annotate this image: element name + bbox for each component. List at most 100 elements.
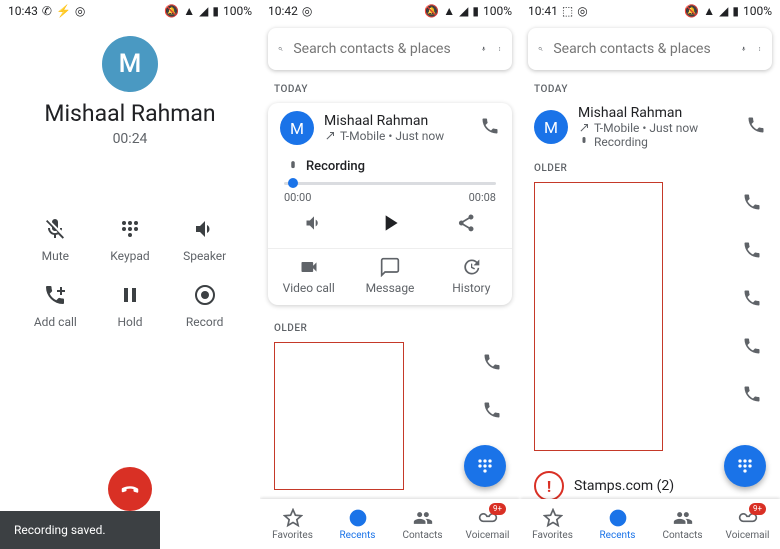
redacted-area: [274, 342, 404, 490]
overflow-icon[interactable]: [757, 40, 762, 58]
total-time: 00:08: [469, 191, 496, 204]
status-bar: 10:43 ✆ ⚡ ◎ 🔕 ▲ ◢ ▮ 100%: [0, 0, 260, 22]
volume-button[interactable]: [304, 213, 324, 237]
recording-label-row: Recording: [268, 153, 512, 180]
nav-voicemail[interactable]: Voicemail9+: [715, 499, 780, 549]
playback-slider[interactable]: [284, 182, 496, 185]
list-item-stamps[interactable]: ! Stamps.com (2): [520, 471, 725, 501]
wifi-icon: ▲: [183, 4, 195, 18]
phone-icon: [742, 240, 762, 260]
status-time: 10:43: [8, 4, 38, 18]
nav-favorites[interactable]: Favorites: [260, 499, 325, 549]
battery-icon: ▮: [212, 4, 219, 18]
dialpad-fab[interactable]: [724, 445, 766, 487]
recent-call-entry[interactable]: M Mishaal Rahman T-Mobile • Just now: [268, 103, 512, 153]
phone-icon: [482, 400, 502, 420]
nav-voicemail[interactable]: Voicemail9+: [455, 499, 520, 549]
phone-recents-expanded: 10:42◎ 🔕▲◢▮100% TODAY M Mishaal Rahman T…: [260, 0, 520, 549]
mic-off-icon: [43, 217, 67, 241]
nav-favorites[interactable]: Favorites: [520, 499, 585, 549]
nav-recents[interactable]: Recents: [325, 499, 390, 549]
stamps-label: Stamps.com (2): [574, 478, 674, 494]
share-button[interactable]: [456, 213, 476, 237]
nav-contacts[interactable]: Contacts: [390, 499, 455, 549]
phone-icon: [742, 192, 762, 212]
history-button[interactable]: History: [431, 249, 512, 305]
mic-small-icon: [286, 160, 300, 174]
keypad-button[interactable]: Keypad: [93, 217, 168, 263]
record-icon: [193, 283, 217, 307]
contact-avatar: M: [534, 110, 568, 144]
alt-icon: ⬚: [562, 4, 573, 18]
section-today: TODAY: [520, 76, 780, 99]
message-button[interactable]: Message: [349, 249, 430, 305]
search-input[interactable]: [293, 41, 471, 57]
pause-icon: [118, 283, 142, 307]
list-item[interactable]: [677, 226, 780, 274]
mic-small-icon: [578, 136, 590, 148]
warning-avatar: !: [534, 471, 564, 501]
dialpad-icon: [735, 456, 755, 476]
card-actions: Video call Message History: [268, 248, 512, 305]
list-item[interactable]: [677, 178, 780, 226]
contact-name: Mishaal Rahman: [324, 113, 470, 129]
overflow-icon[interactable]: [497, 40, 502, 58]
record-button[interactable]: Record: [167, 283, 242, 329]
video-call-button[interactable]: Video call: [268, 249, 349, 305]
add-call-button[interactable]: Add call: [18, 283, 93, 329]
status-bar: 10:41⬚◎ 🔕▲◢▮100%: [520, 0, 780, 22]
status-time: 10:42: [268, 4, 298, 18]
hangup-icon: [119, 478, 141, 500]
people-icon: [413, 508, 433, 528]
phone-icon: ✆: [42, 4, 52, 18]
phone-recents-collapsed: 10:41⬚◎ 🔕▲◢▮100% TODAY M Mishaal Rahman …: [520, 0, 780, 549]
battery-text: 100%: [223, 4, 252, 18]
mic-icon[interactable]: [741, 40, 746, 58]
search-bar[interactable]: [528, 28, 772, 70]
bottom-nav: Favorites Recents Contacts Voicemail9+: [260, 499, 520, 549]
voicemail-badge: 9+: [489, 503, 506, 515]
list-item[interactable]: [677, 322, 780, 370]
call-button[interactable]: [746, 115, 766, 139]
speaker-button[interactable]: Speaker: [167, 217, 242, 263]
dialpad-icon: [475, 456, 495, 476]
contact-name: Mishaal Rahman: [578, 105, 736, 121]
section-today: TODAY: [260, 76, 520, 99]
nav-recents[interactable]: Recents: [585, 499, 650, 549]
recent-call-entry[interactable]: M Mishaal Rahman T-Mobile • Just now Rec…: [520, 99, 780, 155]
bolt-icon: ⚡: [56, 4, 71, 18]
play-button[interactable]: [377, 210, 403, 240]
battery-text: 100%: [743, 4, 772, 18]
mic-icon[interactable]: [481, 40, 486, 58]
list-item[interactable]: [677, 274, 780, 322]
outgoing-icon: [324, 130, 336, 142]
list-item[interactable]: [418, 338, 520, 386]
clock-icon: [348, 508, 368, 528]
nav-contacts[interactable]: Contacts: [650, 499, 715, 549]
list-item[interactable]: [677, 370, 780, 418]
dialpad-fab[interactable]: [464, 445, 506, 487]
elapsed-time: 00:00: [284, 191, 311, 204]
battery-text: 100%: [483, 4, 512, 18]
phone-icon: [742, 288, 762, 308]
list-item[interactable]: [418, 386, 520, 434]
hangup-button[interactable]: [108, 467, 152, 511]
search-input[interactable]: [553, 41, 731, 57]
call-button[interactable]: [480, 116, 500, 140]
people-icon: [673, 508, 693, 528]
signal-icon: ◢: [199, 4, 208, 18]
phone-icon: [742, 384, 762, 404]
phone-incall: 10:43 ✆ ⚡ ◎ 🔕 ▲ ◢ ▮ 100% M Mishaal Rahma…: [0, 0, 260, 549]
star-icon: [543, 508, 563, 528]
mute-button[interactable]: Mute: [18, 217, 93, 263]
speaker-icon: [193, 217, 217, 241]
hold-button[interactable]: Hold: [93, 283, 168, 329]
section-older: OLDER: [260, 315, 520, 338]
search-bar[interactable]: [268, 28, 512, 70]
call-duration: 00:24: [0, 131, 260, 147]
recent-call-card: M Mishaal Rahman T-Mobile • Just now Rec…: [268, 103, 512, 305]
call-actions-grid: Mute Keypad Speaker Add call Hold Record: [0, 217, 260, 329]
caller-avatar: M: [102, 36, 158, 92]
caller-name: Mishaal Rahman: [0, 100, 260, 127]
circle-icon: ◎: [75, 4, 85, 18]
